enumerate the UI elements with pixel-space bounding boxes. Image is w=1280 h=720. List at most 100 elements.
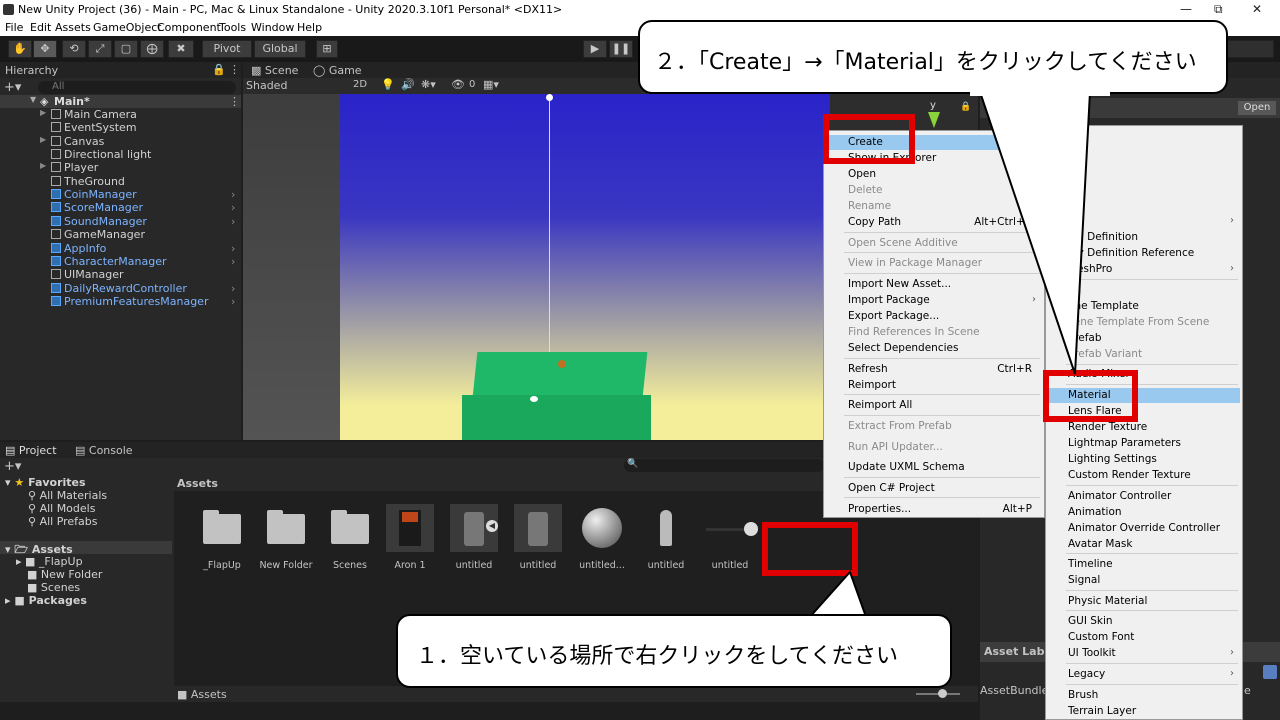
add-icon[interactable]: +▾ xyxy=(4,80,21,95)
tab-scene[interactable]: ▩ Scene xyxy=(251,64,298,77)
chevron-right-icon[interactable]: › xyxy=(231,215,235,228)
shading-dropdown[interactable]: Shaded xyxy=(246,79,287,92)
context-menu-item[interactable]: Reimport xyxy=(824,379,1044,393)
fav-all-materials[interactable]: ⚲ All Materials xyxy=(28,489,107,502)
open-button[interactable]: Open xyxy=(1238,101,1276,115)
toggle-2d-button[interactable]: 2D xyxy=(353,79,367,90)
fav-all-models[interactable]: ⚲ All Models xyxy=(28,502,95,515)
submenu-item[interactable]: Animation xyxy=(1046,506,1242,520)
hierarchy-item[interactable]: CharacterManager › xyxy=(0,255,241,268)
grid-toggle-icon[interactable]: ▦▾ xyxy=(483,78,499,91)
context-menu-item[interactable]: Update UXML Schema xyxy=(824,461,1044,475)
scene-row[interactable]: ▼ ◈ Main* ⋮ xyxy=(0,95,241,108)
hierarchy-item[interactable]: Directional light xyxy=(0,148,241,161)
project-search-input[interactable]: 🔍 xyxy=(624,459,824,472)
move-tool-icon[interactable]: ✥ xyxy=(33,40,57,58)
hidden-objects-icon[interactable]: 👁 xyxy=(451,78,465,91)
submenu-item[interactable]: Render Texture xyxy=(1046,421,1242,435)
menu-window[interactable]: Window xyxy=(251,21,294,34)
effects-toggle-icon[interactable]: ❋▾ xyxy=(421,78,436,91)
menu-tools[interactable]: Tools xyxy=(219,21,246,34)
chevron-right-icon[interactable]: › xyxy=(231,295,235,308)
asset-item[interactable]: untitled xyxy=(636,504,696,571)
context-menu-item[interactable]: Open C# Project xyxy=(824,482,1044,496)
hierarchy-search-input[interactable]: All xyxy=(38,81,236,94)
favorites-folder[interactable]: ▾ ★ Favorites xyxy=(5,476,86,489)
submenu-item[interactable]: Custom Render Texture xyxy=(1046,469,1242,483)
context-menu-item[interactable]: Reimport All xyxy=(824,399,1044,413)
chevron-right-icon[interactable]: › xyxy=(231,188,235,201)
chevron-right-icon[interactable]: › xyxy=(231,282,235,295)
submenu-item[interactable]: Timeline xyxy=(1046,558,1242,572)
rect-tool-icon[interactable]: ▢ xyxy=(114,40,138,58)
submenu-item[interactable]: Signal xyxy=(1046,574,1242,588)
submenu-item[interactable]: Lightmap Parameters xyxy=(1046,437,1242,451)
assets-root-row[interactable]: ▾ 🗁 Assets xyxy=(0,541,172,556)
hierarchy-item[interactable]: SoundManager › xyxy=(0,215,241,228)
restore-icon[interactable]: ⧉ xyxy=(1214,2,1223,17)
tab-console[interactable]: ▤ Console xyxy=(75,444,133,457)
asset-item[interactable]: _FlapUp xyxy=(192,504,252,571)
submenu-item[interactable]: Terrain Layer xyxy=(1046,705,1242,719)
menu-file[interactable]: File xyxy=(5,21,23,34)
submenu-item[interactable]: Lighting Settings xyxy=(1046,453,1242,467)
chevron-right-icon[interactable]: › xyxy=(231,201,235,214)
hierarchy-item[interactable]: EventSystem xyxy=(0,121,241,134)
menu-assets[interactable]: Assets xyxy=(55,21,91,34)
hierarchy-item[interactable]: CoinManager › xyxy=(0,188,241,201)
expand-arrow-icon[interactable]: ▼ xyxy=(30,95,36,104)
hierarchy-tab[interactable]: Hierarchy xyxy=(5,64,58,77)
custom-tool-icon[interactable]: ✖ xyxy=(168,40,194,58)
asset-item[interactable]: untitled xyxy=(444,504,504,571)
collapse-group-icon[interactable]: ◀ xyxy=(486,520,498,532)
lock-icon[interactable]: 🔒 xyxy=(212,63,226,76)
asset-item[interactable]: untitled... xyxy=(572,504,632,571)
rotate-tool-icon[interactable]: ⟲ xyxy=(62,40,86,58)
play-icon[interactable]: ▶ xyxy=(583,40,607,58)
tree-folder-scenes[interactable]: ■ Scenes xyxy=(27,581,80,594)
context-menu-item[interactable]: Properties... Alt+P xyxy=(824,503,1044,517)
asset-bundle-variant[interactable]: e xyxy=(1244,684,1251,697)
submenu-item[interactable]: Brush xyxy=(1046,689,1242,703)
menu-gameobject[interactable]: GameObject xyxy=(93,21,162,34)
hierarchy-item[interactable]: PremiumFeaturesManager › xyxy=(0,295,241,308)
hierarchy-item[interactable]: GameManager xyxy=(0,228,241,241)
hierarchy-item[interactable]: ScoreManager › xyxy=(0,201,241,214)
asset-item[interactable]: untitled xyxy=(700,504,760,571)
tree-folder-flapup[interactable]: ▸ ■ _FlapUp xyxy=(16,555,83,568)
grid-snap-icon[interactable]: ⊞ xyxy=(316,40,338,58)
minimize-icon[interactable]: — xyxy=(1180,2,1192,16)
pivot-toggle[interactable]: Pivot xyxy=(202,40,252,58)
submenu-item[interactable]: Physic Material xyxy=(1046,595,1242,609)
hierarchy-item[interactable]: DailyRewardController › xyxy=(0,282,241,295)
hierarchy-item[interactable]: TheGround xyxy=(0,175,241,188)
scale-tool-icon[interactable]: ⤢ xyxy=(88,40,112,58)
pause-icon[interactable]: ❚❚ xyxy=(609,40,633,58)
tab-project[interactable]: ▤ Project xyxy=(5,444,57,457)
submenu-item[interactable]: Custom Font xyxy=(1046,631,1242,645)
submenu-item[interactable]: GUI Skin xyxy=(1046,615,1242,629)
chevron-right-icon[interactable]: › xyxy=(231,255,235,268)
hierarchy-item[interactable]: UIManager xyxy=(0,268,241,281)
kebab-menu-icon[interactable]: ⋮ xyxy=(229,63,240,76)
scene-menu-icon[interactable]: ⋮ xyxy=(229,95,240,108)
asset-item[interactable]: New Folder xyxy=(256,504,316,571)
create-icon[interactable]: +▾ xyxy=(4,459,21,474)
submenu-item[interactable]: Animator Override Controller xyxy=(1046,522,1242,536)
tag-icon[interactable] xyxy=(1263,665,1277,679)
hierarchy-item[interactable]: ▶ Canvas xyxy=(0,135,241,148)
submenu-item[interactable]: Avatar Mask xyxy=(1046,538,1242,552)
submenu-item[interactable]: Animator Controller xyxy=(1046,490,1242,504)
asset-item[interactable]: Aron 1 xyxy=(380,504,440,571)
expand-arrow-icon[interactable]: ▶ xyxy=(40,161,46,170)
transform-tool-icon[interactable]: ⨁ xyxy=(140,40,164,58)
hand-tool-icon[interactable]: ✋ xyxy=(8,40,32,58)
submenu-item[interactable]: Legacy › xyxy=(1046,668,1242,682)
asset-item[interactable]: untitled xyxy=(508,504,568,571)
asset-item[interactable]: Scenes xyxy=(320,504,380,571)
chevron-right-icon[interactable]: › xyxy=(231,242,235,255)
expand-arrow-icon[interactable]: ▶ xyxy=(40,135,46,144)
lighting-toggle-icon[interactable]: 💡 xyxy=(381,78,395,91)
hierarchy-item[interactable]: ▶ Player xyxy=(0,161,241,174)
expand-arrow-icon[interactable]: ▶ xyxy=(40,108,46,117)
